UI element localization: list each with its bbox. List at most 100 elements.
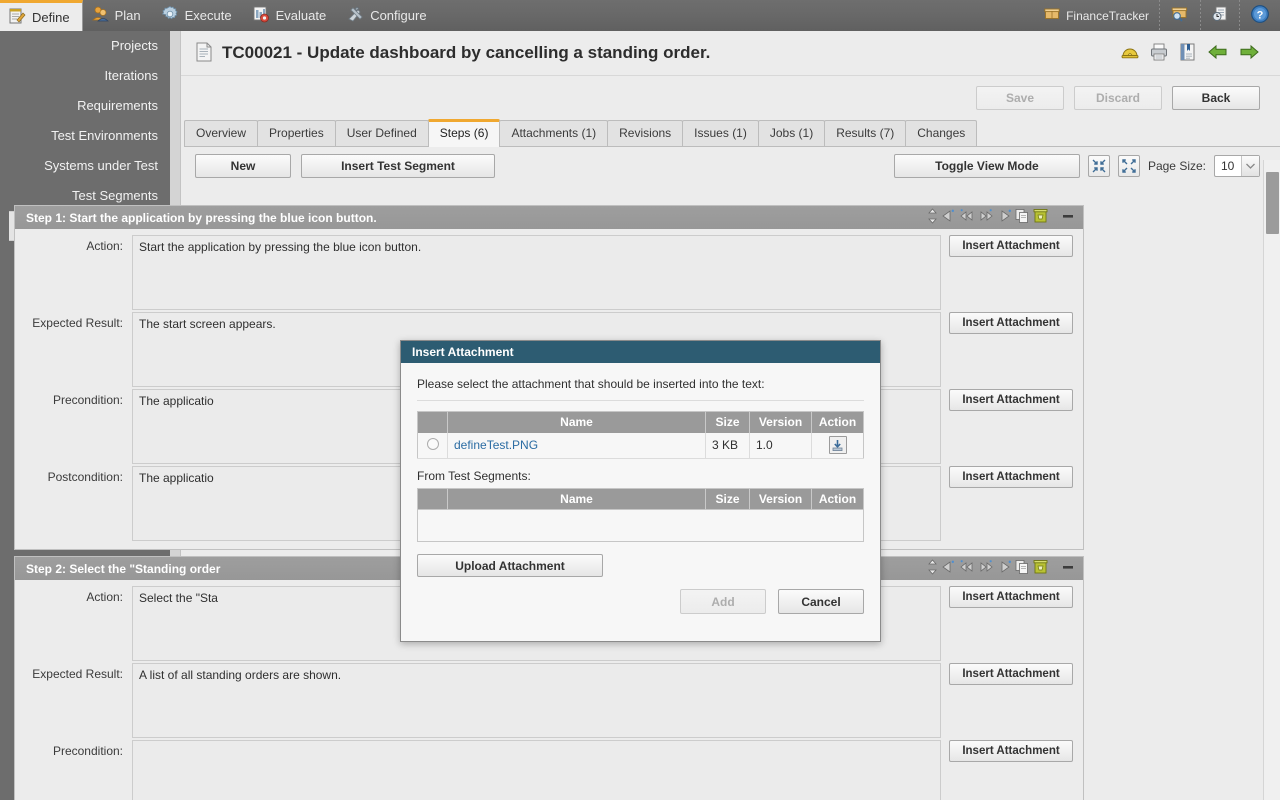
topnav-item-execute[interactable]: Execute [153,0,244,31]
sidebar-item-requirements[interactable]: Requirements [0,91,170,121]
svg-text:?: ? [1257,10,1264,22]
report-document-icon[interactable] [1178,42,1198,65]
tab-attachments[interactable]: Attachments (1) [499,120,609,146]
insert-attachment-button[interactable]: Insert Attachment [949,235,1073,257]
help-icon[interactable]: ? [1240,0,1280,31]
attachment-slot: Insert Attachment [949,586,1075,663]
insert-attachment-button[interactable]: Insert Attachment [949,586,1073,608]
cancel-button[interactable]: Cancel [778,589,864,614]
tab-overview[interactable]: Overview [184,120,259,146]
topnav-item-configure[interactable]: Configure [338,0,438,31]
expand-all-icon[interactable] [1117,155,1140,177]
attachment-name-link[interactable]: defineTest.PNG [454,438,538,452]
attachment-slot: Insert Attachment [949,312,1075,389]
page-title: TC00021 - Update dashboard by cancelling… [222,43,711,62]
attachment-slot: Insert Attachment [949,466,1075,543]
move-last-icon[interactable] [978,208,994,227]
vertical-scrollbar[interactable] [1263,160,1280,800]
attachment-slot: Insert Attachment [949,389,1075,466]
insert-test-segment-button[interactable]: Insert Test Segment [301,154,495,178]
step-header-icons [927,559,1077,578]
save-button[interactable]: Save [976,85,1064,110]
th-version: Version [749,411,812,433]
move-next-icon[interactable] [997,208,1012,227]
add-button[interactable]: Add [680,589,766,614]
tab-jobs[interactable]: Jobs (1) [757,120,826,146]
discard-button[interactable]: Discard [1074,85,1162,110]
arrow-left-icon[interactable] [1207,42,1229,65]
scrollbar-thumb[interactable] [1266,172,1279,234]
top-navigation-bar: Define Plan Execute Evaluate Configure F… [0,0,1280,31]
back-button[interactable]: Back [1172,85,1260,110]
insert-attachment-button[interactable]: Insert Attachment [949,466,1073,488]
move-last-icon[interactable] [978,559,994,578]
th-action: Action [811,488,864,510]
tab-results[interactable]: Results (7) [824,120,907,146]
current-project[interactable]: FinanceTracker [1034,0,1159,31]
insert-attachment-button[interactable]: Insert Attachment [949,312,1073,334]
minus-icon[interactable] [1062,210,1074,225]
step-header-title: Step 1: Start the application by pressin… [26,210,377,225]
search-project-icon[interactable] [1160,0,1200,31]
tab-properties[interactable]: Properties [257,120,336,146]
history-document-icon[interactable] [1201,0,1239,31]
th-version: Version [749,488,812,510]
topnav-item-plan[interactable]: Plan [83,0,153,31]
minus-icon[interactable] [1062,561,1074,576]
tab-strip: Overview Properties User Defined Steps (… [184,119,1280,147]
people-icon [91,5,109,26]
action-textarea[interactable]: Start the application by pressing the bl… [132,235,941,310]
move-next-icon[interactable] [997,559,1012,578]
tab-steps[interactable]: Steps (6) [427,119,501,147]
move-first-icon[interactable] [959,208,975,227]
sidebar-item-label: Systems under Test [44,158,158,173]
print-icon[interactable] [1149,42,1169,65]
step-attachment-column: Insert Attachment Insert Attachment Inse… [943,229,1083,549]
sidebar-item-systems-under-test[interactable]: Systems under Test [0,151,170,181]
topnav-label: Define [32,9,70,25]
toggle-view-mode-button[interactable]: Toggle View Mode [893,154,1080,178]
attachment-slot: Insert Attachment [949,663,1075,740]
attachment-radio[interactable] [426,437,439,450]
new-step-button[interactable]: New [195,154,291,178]
attachments-table: Name Size Version Action defineTest.PNG … [417,411,864,459]
reorder-updown-icon[interactable] [927,559,938,578]
collapse-all-icon[interactable] [1087,155,1110,177]
page-size-label: Page Size: [1147,159,1206,173]
reorder-updown-icon[interactable] [927,208,938,227]
expected-result-textarea[interactable]: A list of all standing orders are shown. [132,663,941,738]
dialog-title-bar: Insert Attachment [401,341,880,363]
tools-icon [346,5,364,26]
move-prev-icon[interactable] [941,559,956,578]
row-name-cell: defineTest.PNG [447,432,706,459]
action-bar: Save Discard Back [181,76,1280,119]
tab-changes[interactable]: Changes [905,120,978,146]
attachment-slot: Insert Attachment [949,235,1075,312]
gear-icon [161,5,179,26]
copy-icon[interactable] [1015,559,1030,578]
delete-icon[interactable] [1033,208,1048,227]
tab-revisions[interactable]: Revisions [607,120,684,146]
sidebar-item-test-environments[interactable]: Test Environments [0,121,170,151]
upload-attachment-button[interactable]: Upload Attachment [417,554,603,577]
tab-user-defined[interactable]: User Defined [334,120,429,146]
delete-icon[interactable] [1033,559,1048,578]
sidebar-item-projects[interactable]: Projects [0,31,170,61]
topnav-item-define[interactable]: Define [0,0,83,31]
move-prev-icon[interactable] [941,208,956,227]
insert-attachment-button[interactable]: Insert Attachment [949,740,1073,762]
page-size-select[interactable]: 10 [1214,155,1260,177]
tab-issues[interactable]: Issues (1) [682,120,759,146]
hardhat-icon[interactable] [1120,42,1140,65]
precondition-textarea[interactable] [132,740,941,800]
download-icon[interactable] [828,436,847,454]
move-first-icon[interactable] [959,559,975,578]
insert-attachment-button[interactable]: Insert Attachment [949,663,1073,685]
insert-attachment-button[interactable]: Insert Attachment [949,389,1073,411]
sidebar-item-iterations[interactable]: Iterations [0,61,170,91]
field-label: Precondition: [52,744,123,758]
arrow-right-icon[interactable] [1238,42,1260,65]
topnav-spacer [439,0,1035,31]
topnav-item-evaluate[interactable]: Evaluate [244,0,339,31]
copy-icon[interactable] [1015,208,1030,227]
